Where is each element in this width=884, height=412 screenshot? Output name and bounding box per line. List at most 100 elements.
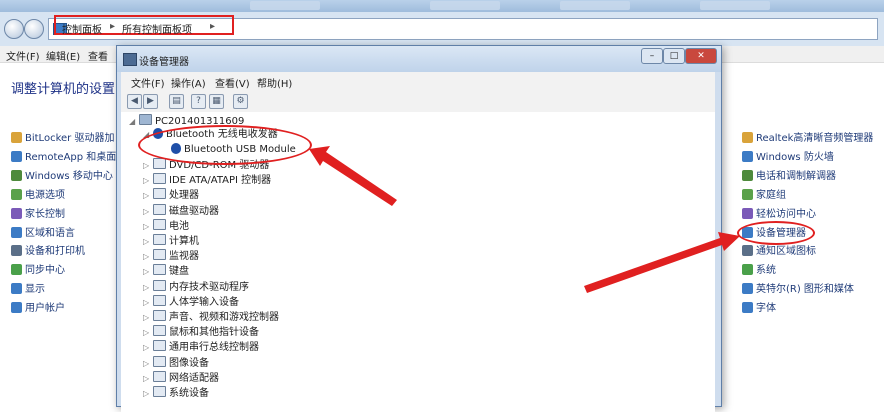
menu-action[interactable]: 操作(A): [171, 75, 206, 90]
tree-node[interactable]: ▷ 内存技术驱动程序: [143, 279, 249, 295]
control-panel-item-icon: [11, 226, 22, 238]
control-panel-item-label: Realtek高清晰音频管理器: [756, 133, 874, 144]
tree-node[interactable]: ▷ 系统设备: [143, 386, 209, 400]
control-panel-item[interactable]: 英特尔(R) 图形和媒体: [742, 280, 854, 295]
menu-file[interactable]: 文件(F): [6, 48, 40, 63]
tree-node[interactable]: ▷ 磁盘驱动器: [143, 203, 219, 219]
close-button[interactable]: ✕: [685, 48, 717, 64]
tree-node-label: 鼠标和其他指针设备: [169, 327, 259, 339]
control-panel-item[interactable]: 电话和调制解调器: [742, 167, 836, 182]
expand-icon[interactable]: ▷: [143, 159, 151, 173]
control-panel-item[interactable]: 区域和语言: [11, 224, 75, 239]
expand-icon[interactable]: ▷: [143, 220, 151, 234]
control-panel-item[interactable]: RemoteApp 和桌面: [11, 148, 117, 163]
breadcrumb-separator: ▸: [110, 21, 116, 32]
tree-node[interactable]: ▷ 声音、视频和游戏控制器: [143, 310, 279, 324]
expand-icon[interactable]: ▷: [143, 357, 151, 371]
device-category-icon: [153, 173, 166, 185]
expand-icon[interactable]: ▷: [143, 235, 151, 249]
menu-help[interactable]: 帮助(H): [257, 75, 292, 90]
tree-node[interactable]: ▷ IDE ATA/ATAPI 控制器: [143, 173, 271, 187]
control-panel-item-label: 通知区域图标: [756, 246, 816, 258]
help-icon[interactable]: ?: [191, 94, 206, 109]
tree-node-label: 系统设备: [169, 388, 209, 399]
tree-node[interactable]: ▷ 计算机: [143, 234, 199, 248]
expand-icon[interactable]: ▷: [143, 250, 151, 264]
control-panel-item[interactable]: Realtek高清晰音频管理器: [742, 129, 874, 144]
back-arrow-icon[interactable]: ◀: [127, 94, 142, 109]
control-panel-item[interactable]: 字体: [742, 299, 776, 314]
control-panel-item[interactable]: 用户帐户: [11, 299, 65, 314]
forward-arrow-icon[interactable]: ▶: [143, 94, 158, 109]
expand-icon[interactable]: ▷: [143, 372, 151, 386]
control-panel-item[interactable]: Windows 移动中心: [11, 167, 113, 182]
tree-node[interactable]: ▷ 人体学输入设备: [143, 294, 239, 310]
tree-node[interactable]: ▷ 网络适配器: [143, 370, 219, 386]
control-panel-item[interactable]: Windows 防火墙: [742, 148, 834, 163]
control-panel-item-icon: [11, 302, 22, 314]
control-panel-item[interactable]: 家庭组: [742, 186, 786, 201]
control-panel-item-icon: [742, 169, 753, 181]
tree-node[interactable]: ▷ 键盘: [143, 264, 189, 278]
control-panel-item[interactable]: 家长控制: [11, 205, 65, 220]
control-panel-item[interactable]: 显示: [11, 280, 45, 296]
properties-icon[interactable]: ▤: [169, 94, 184, 109]
device-category-icon: [153, 249, 166, 261]
device-category-icon: [153, 264, 166, 276]
expand-icon[interactable]: ▷: [143, 311, 151, 325]
back-button[interactable]: [4, 19, 24, 39]
annotation-circle-bluetooth: [138, 125, 312, 165]
tree-node-label: 图像设备: [169, 357, 209, 369]
tree-node-label: 键盘: [169, 266, 189, 278]
control-panel-item[interactable]: 设备和打印机: [11, 242, 85, 257]
menu-view[interactable]: 查看: [88, 48, 108, 63]
expand-icon[interactable]: ▷: [143, 189, 151, 203]
minimize-button[interactable]: –: [641, 48, 663, 64]
device-category-icon: [153, 370, 166, 382]
menu-edit[interactable]: 编辑(E): [46, 48, 80, 63]
control-panel-item[interactable]: BitLocker 驱动器加: [11, 129, 115, 144]
view-icon[interactable]: ▦: [209, 94, 224, 109]
control-panel-item[interactable]: 电源选项: [11, 186, 65, 201]
expand-icon[interactable]: ▷: [143, 296, 151, 310]
control-panel-item[interactable]: 轻松访问中心: [742, 205, 816, 220]
collapse-icon: ◢: [129, 117, 136, 126]
forward-button[interactable]: [24, 19, 44, 39]
expand-icon[interactable]: ▷: [143, 265, 151, 279]
breadcrumb-item[interactable]: 所有控制面板项: [122, 21, 192, 36]
tree-node[interactable]: ▷ 监视器: [143, 249, 199, 263]
tree-node-label: 网络适配器: [169, 372, 219, 384]
device-category-icon: [153, 158, 166, 169]
tree-node[interactable]: ▷ 图像设备: [143, 355, 209, 371]
tree-node-label: 电池: [169, 220, 189, 232]
control-panel-item-icon: [742, 150, 753, 162]
expand-icon[interactable]: ▷: [143, 205, 151, 219]
tree-node[interactable]: ▷ 处理器: [143, 188, 199, 202]
menu-view[interactable]: 查看(V): [215, 75, 250, 90]
scan-hardware-icon[interactable]: ⚙: [233, 94, 248, 109]
control-panel-item[interactable]: 同步中心: [11, 261, 65, 277]
control-panel-item-label: BitLocker 驱动器加: [25, 133, 115, 144]
control-panel-item[interactable]: 系统: [742, 261, 776, 276]
control-panel-item-icon: [742, 207, 753, 219]
device-category-icon: [153, 203, 166, 215]
breadcrumb-item[interactable]: 控制面板: [62, 21, 102, 36]
device-category-icon: [153, 355, 166, 367]
tree-node-label: 人体学输入设备: [169, 296, 239, 308]
expand-icon[interactable]: ▷: [143, 174, 151, 188]
expand-icon[interactable]: ▷: [143, 281, 151, 295]
tree-node[interactable]: ▷ 鼠标和其他指针设备: [143, 325, 259, 339]
control-panel-item-icon: [11, 245, 22, 257]
tree-node[interactable]: ▷ 通用串行总线控制器: [143, 340, 259, 354]
tree-node[interactable]: ▷ 电池: [143, 218, 189, 234]
control-panel-item-label: 同步中心: [25, 265, 65, 277]
maximize-button[interactable]: □: [663, 48, 685, 64]
control-panel-item-label: 家庭组: [756, 189, 786, 201]
expand-icon[interactable]: ▷: [143, 326, 151, 340]
breadcrumb[interactable]: 控制面板 ▸ 所有控制面板项 ▸: [54, 15, 234, 36]
expand-icon[interactable]: ▷: [143, 387, 151, 401]
menu-file[interactable]: 文件(F): [131, 75, 165, 90]
control-panel-item-label: 显示: [25, 284, 45, 296]
control-panel-item-label: RemoteApp 和桌面: [25, 151, 117, 163]
expand-icon[interactable]: ▷: [143, 341, 151, 355]
